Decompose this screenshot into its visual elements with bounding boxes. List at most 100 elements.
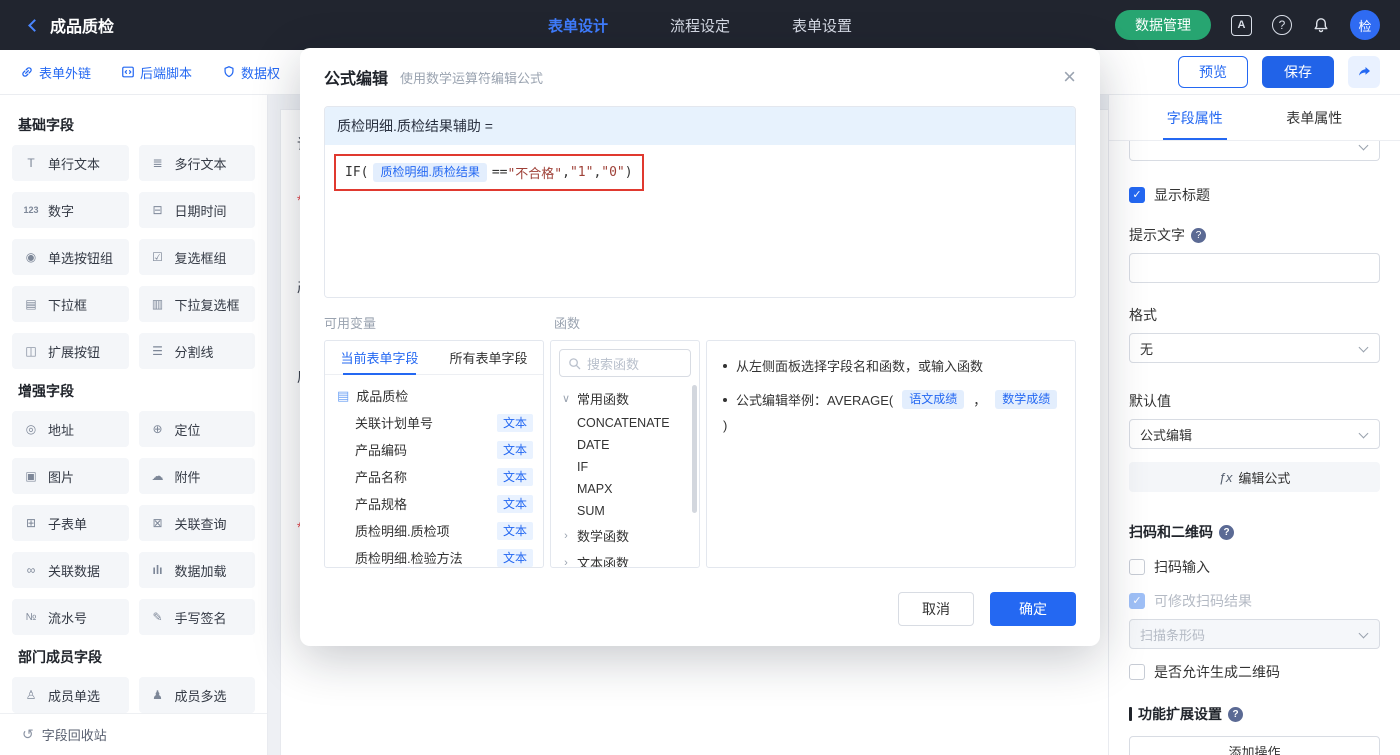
field-button-text[interactable]: T 单行文本 [12,145,129,181]
tab-form-settings[interactable]: 表单设置 [792,15,852,36]
field-button-number[interactable]: 123 数字 [12,192,129,228]
function-item[interactable]: IF [551,456,699,478]
field-button-textarea[interactable]: ≣ 多行文本 [138,145,255,181]
field-icon: ✎ [152,610,163,624]
function-item[interactable]: CONCATENATE [551,412,699,434]
back-button[interactable] [20,13,44,37]
show-title-checkbox[interactable] [1129,187,1145,203]
clipped-select[interactable] [1129,140,1380,161]
example-field-chip[interactable]: 语文成绩 [902,390,965,409]
scan-input-label: 扫码输入 [1154,559,1210,575]
chevron-down-icon [1358,140,1369,151]
picker-panels: 当前表单字段 所有表单字段 ▤ 成品质检 关联计划单号 文本 产品编码 文本 产品名… [324,340,1076,568]
preview-button[interactable]: 预览 [1178,56,1248,88]
help-icon[interactable]: ? [1272,15,1292,35]
function-group-text[interactable]: › 文本函数 [551,549,699,568]
question-icon[interactable]: ? [1219,524,1234,540]
backend-script-item[interactable]: 后端脚本 [121,63,192,82]
field-label: 单选按钮组 [48,250,114,266]
tab-form-design[interactable]: 表单设计 [548,15,608,36]
scrollbar-thumb[interactable] [692,385,697,513]
translate-icon[interactable]: A [1231,14,1252,36]
form-external-link-item[interactable]: 表单外链 [20,63,91,82]
function-item[interactable]: SUM [551,500,699,522]
save-button[interactable]: 保存 [1262,56,1334,88]
field-icon: ⊕ [152,422,163,436]
field-button-linked-data[interactable]: ∞ 关联数据 [12,552,129,588]
function-group-common[interactable]: ∨ 常用函数 [551,385,699,412]
field-button-member-multi[interactable]: ♟ 成员多选 [138,677,255,713]
tab-form-properties[interactable]: 表单属性 [1286,95,1342,140]
field-button-address[interactable]: ◎ 地址 [12,411,129,447]
tree-item[interactable]: 质检明细.检验方法 文本 [325,544,543,567]
function-group-math[interactable]: › 数学函数 [551,522,699,549]
scan-input-checkbox[interactable] [1129,559,1145,575]
fx-icon: ƒx [1218,469,1233,485]
example-field-chip[interactable]: 数学成绩 [995,390,1058,409]
member-field-grid: ♙ 成员单选 ♟ 成员多选 [12,677,255,713]
allow-qr-checkbox[interactable] [1129,664,1145,680]
share-button[interactable] [1348,56,1380,88]
field-button-signature[interactable]: ✎ 手写签名 [138,599,255,635]
tree-item[interactable]: 产品编码 文本 [325,436,543,463]
field-icon: ♙ [25,688,37,702]
cancel-button[interactable]: 取消 [898,592,974,626]
data-permission-item[interactable]: 数据权 [222,63,280,82]
field-button-multi-select[interactable]: ▥ 下拉复选框 [138,286,255,322]
field-recycle-bin[interactable]: ↺ 字段回收站 [0,713,267,755]
question-icon[interactable]: ? [1228,706,1243,722]
tree-root-node[interactable]: ▤ 成品质检 [325,382,543,409]
modify-scan-checkbox[interactable] [1129,593,1145,609]
scan-mode-select[interactable]: 扫描条形码 [1129,619,1380,649]
field-button-lookup[interactable]: ⊠ 关联查询 [138,505,255,541]
tree-item[interactable]: 产品名称 文本 [325,463,543,490]
field-button-select[interactable]: ▤ 下拉框 [12,286,129,322]
field-button-image[interactable]: ▣ 图片 [12,458,129,494]
bell-icon[interactable] [1312,16,1330,34]
field-button-extend-button[interactable]: ◫ 扩展按钮 [12,333,129,369]
tab-all-form-fields[interactable]: 所有表单字段 [434,341,543,374]
field-label: 复选框组 [174,250,227,266]
field-button-serial-number[interactable]: № 流水号 [12,599,129,635]
function-item[interactable]: DATE [551,434,699,456]
field-type-tag: 文本 [496,440,533,459]
formula-target-field: 质检明细.质检结果辅助 = [325,107,1075,145]
default-value-select[interactable]: 公式编辑 [1129,419,1380,449]
field-button-checkbox-group[interactable]: ☑ 复选框组 [138,239,255,275]
format-select[interactable]: 无 [1129,333,1380,363]
field-icon: ◎ [25,422,37,436]
tab-field-properties[interactable]: 字段属性 [1162,95,1227,140]
question-icon[interactable]: ? [1191,227,1206,243]
top-nav: 表单设计 流程设定 表单设置 [548,0,852,50]
tab-current-form-fields[interactable]: 当前表单字段 [325,341,434,375]
field-button-subform[interactable]: ⊞ 子表单 [12,505,129,541]
function-item[interactable]: MAPX [551,478,699,500]
field-name: 质检明细.质检项 [355,524,450,539]
edit-formula-button[interactable]: ƒx 编辑公式 [1129,462,1380,492]
close-icon[interactable]: × [1063,66,1076,88]
data-manage-button[interactable]: 数据管理 [1115,10,1211,40]
field-button-datetime[interactable]: ⊟ 日期时间 [138,192,255,228]
function-search-input[interactable]: 搜索函数 [559,349,691,377]
field-button-member-single[interactable]: ♙ 成员单选 [12,677,129,713]
tree-item[interactable]: 关联计划单号 文本 [325,409,543,436]
formula-expression[interactable]: IF( 质检明细.质检结果 == "不合格" , "1" , "0" ) [334,154,644,191]
add-action-button[interactable]: 添加操作 [1129,736,1380,755]
field-button-radio-group[interactable]: ◉ 单选按钮组 [12,239,129,275]
field-button-divider[interactable]: ☰ 分割线 [138,333,255,369]
chevron-collapsed-icon: › [564,556,568,568]
formula-string-arg: "不合格" [507,167,563,182]
field-button-data-load[interactable]: ılı 数据加载 [138,552,255,588]
field-chip[interactable]: 质检明细.质检结果 [373,163,487,182]
formula-input-area[interactable]: IF( 质检明细.质检结果 == "不合格" , "1" , "0" ) [325,145,1075,297]
tab-flow-settings[interactable]: 流程设定 [670,15,730,36]
field-type-tag: 文本 [496,413,533,432]
hint-text-input[interactable] [1129,253,1380,283]
avatar[interactable]: 检 [1350,10,1380,40]
confirm-button[interactable]: 确定 [990,592,1076,626]
tree-item[interactable]: 产品规格 文本 [325,490,543,517]
field-button-attachment[interactable]: ☁ 附件 [138,458,255,494]
page-title: 成品质检 [50,19,115,36]
tree-item[interactable]: 质检明细.质检项 文本 [325,517,543,544]
field-button-location[interactable]: ⊕ 定位 [138,411,255,447]
